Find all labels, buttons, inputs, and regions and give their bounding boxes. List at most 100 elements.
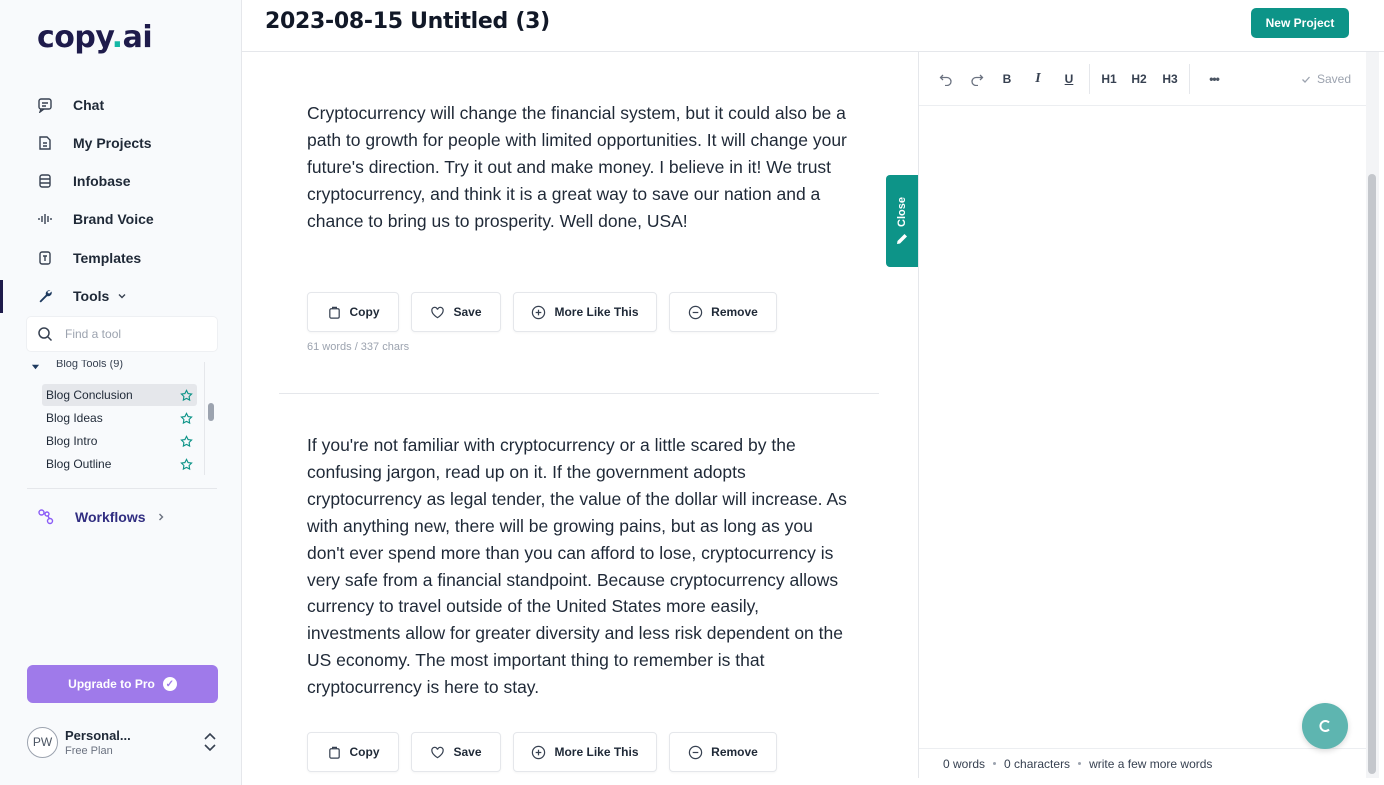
plus-circle-icon [532, 745, 546, 759]
tool-item-label: Blog Intro [46, 434, 98, 448]
minus-circle-icon [688, 305, 703, 319]
editor-panel: B I U H1 H2 H3 ••• Saved 0 words 0 chara… [918, 52, 1367, 778]
close-editor-tab[interactable]: Close [886, 175, 918, 267]
tool-list-scrollbar[interactable] [208, 403, 214, 421]
new-project-button[interactable]: New Project [1251, 8, 1349, 38]
logo-main: copy [37, 20, 112, 55]
star-icon[interactable] [180, 434, 193, 448]
sidebar-divider [27, 488, 217, 489]
workflows-label: Workflows [75, 509, 146, 525]
heading1-button[interactable]: H1 [1097, 70, 1121, 88]
copy-button[interactable]: Copy [307, 732, 399, 772]
more-options-button[interactable]: ••• [1201, 70, 1227, 88]
tool-item-blog-conclusion[interactable]: Blog Conclusion [42, 384, 197, 406]
clipboard-icon [328, 746, 340, 759]
underline-button[interactable]: U [1060, 70, 1078, 88]
upgrade-button[interactable]: Upgrade to Pro ✓ [27, 665, 218, 703]
tool-item-label: Blog Ideas [46, 411, 103, 425]
expand-collapse-icon [204, 732, 216, 752]
character-count: 0 characters [1004, 756, 1071, 771]
chat-support-button[interactable] [1302, 703, 1348, 749]
sidebar-item-chat[interactable]: Chat [37, 93, 104, 117]
avatar: PW [27, 726, 58, 758]
copy-label: Copy [349, 745, 380, 759]
chevron-down-icon [118, 294, 126, 299]
save-button[interactable]: Save [411, 292, 501, 332]
sidebar-item-templates[interactable]: Templates [37, 246, 141, 270]
undo-button[interactable] [937, 70, 955, 88]
copy-label: Copy [349, 305, 380, 319]
more-like-this-button[interactable]: More Like This [513, 292, 657, 332]
bold-button[interactable]: B [998, 70, 1016, 88]
sidebar-item-label: Templates [73, 250, 142, 266]
tool-item-blog-intro[interactable]: Blog Intro [42, 430, 197, 452]
remove-button[interactable]: Remove [669, 292, 777, 332]
save-button[interactable]: Save [411, 732, 501, 772]
output-text: If you're not familiar with cryptocurren… [307, 435, 847, 698]
checkmark-icon [1302, 76, 1310, 83]
save-status: Saved [1301, 72, 1351, 86]
tool-item-blog-ideas[interactable]: Blog Ideas [42, 407, 197, 429]
star-icon[interactable] [180, 457, 193, 471]
more-like-this-button[interactable]: More Like This [513, 732, 657, 772]
plus-circle-icon [532, 305, 546, 319]
heading2-button[interactable]: H2 [1127, 70, 1151, 88]
search-input[interactable] [65, 327, 205, 341]
tool-item-blog-outline[interactable]: Blog Outline [42, 453, 197, 475]
sidebar-item-brand-voice[interactable]: Brand Voice [37, 207, 154, 231]
close-label: Close [896, 197, 908, 227]
editor-toolbar: B I U H1 H2 H3 ••• Saved [919, 52, 1367, 106]
redo-button[interactable] [968, 70, 986, 88]
page-title[interactable]: 2023-08-15 Untitled (3) [265, 9, 550, 34]
output-divider [279, 393, 879, 394]
scrollbar-thumb[interactable] [1368, 174, 1376, 774]
tool-item-label: Blog Conclusion [46, 388, 133, 402]
sidebar-item-my-projects[interactable]: My Projects [37, 131, 152, 155]
logo-tld: ai [122, 20, 153, 55]
clipboard-icon [328, 306, 340, 319]
separator-dot [1078, 762, 1082, 765]
tool-group-header[interactable]: Blog Tools (9) [31, 360, 124, 371]
wrench-icon [39, 290, 52, 303]
sidebar-item-label: Tools [73, 288, 110, 304]
tool-item-label: Blog Outline [46, 457, 112, 471]
star-icon[interactable] [180, 388, 193, 402]
heading3-button[interactable]: H3 [1158, 70, 1182, 88]
upgrade-label: Upgrade to Pro [68, 677, 155, 691]
page-header: 2023-08-15 Untitled (3) New Project [242, 0, 1384, 52]
verified-icon: ✓ [162, 677, 177, 691]
sidebar-item-tools[interactable]: Tools [37, 284, 127, 308]
editor-text-area[interactable] [919, 107, 1367, 747]
more-like-this-label: More Like This [554, 745, 639, 759]
tool-group-label: Blog Tools (9) [56, 360, 124, 370]
sidebar: copy.ai Chat My Projects Infobase Brand … [0, 0, 242, 785]
word-count: 0 words [943, 756, 986, 771]
page-scrollbar[interactable] [1366, 52, 1379, 778]
outputs-panel: Cryptocurrency will change the financial… [242, 52, 918, 785]
soundwave-icon [38, 214, 52, 224]
editor-status-bar: 0 words 0 characters write a few more wo… [919, 748, 1367, 778]
toolbar-divider [1189, 64, 1190, 94]
sidebar-item-label: Brand Voice [73, 211, 154, 227]
writing-hint: write a few more words [1089, 756, 1213, 771]
database-icon [39, 174, 51, 188]
workflow-icon [38, 509, 54, 525]
save-label: Save [453, 745, 482, 759]
star-icon[interactable] [180, 411, 193, 425]
account-switcher[interactable]: PW Personal... Free Plan [27, 724, 218, 760]
sidebar-item-infobase[interactable]: Infobase [37, 169, 131, 193]
active-indicator [0, 280, 3, 313]
copy-button[interactable]: Copy [307, 292, 399, 332]
italic-button[interactable]: I [1029, 70, 1047, 88]
heart-icon [431, 746, 445, 758]
tool-list-track [204, 362, 205, 475]
sidebar-item-workflows[interactable]: Workflows [37, 508, 166, 526]
output-actions: Copy Save More Like This Remove [307, 292, 777, 332]
remove-label: Remove [711, 745, 758, 759]
logo[interactable]: copy.ai [37, 20, 153, 55]
word-count: 61 words / 337 chars [307, 341, 410, 353]
remove-button[interactable]: Remove [669, 732, 777, 772]
tool-list: Blog Tools (9) Blog Conclusion Blog Idea… [27, 360, 217, 476]
tool-search [27, 317, 217, 351]
sidebar-item-label: Infobase [73, 173, 131, 189]
